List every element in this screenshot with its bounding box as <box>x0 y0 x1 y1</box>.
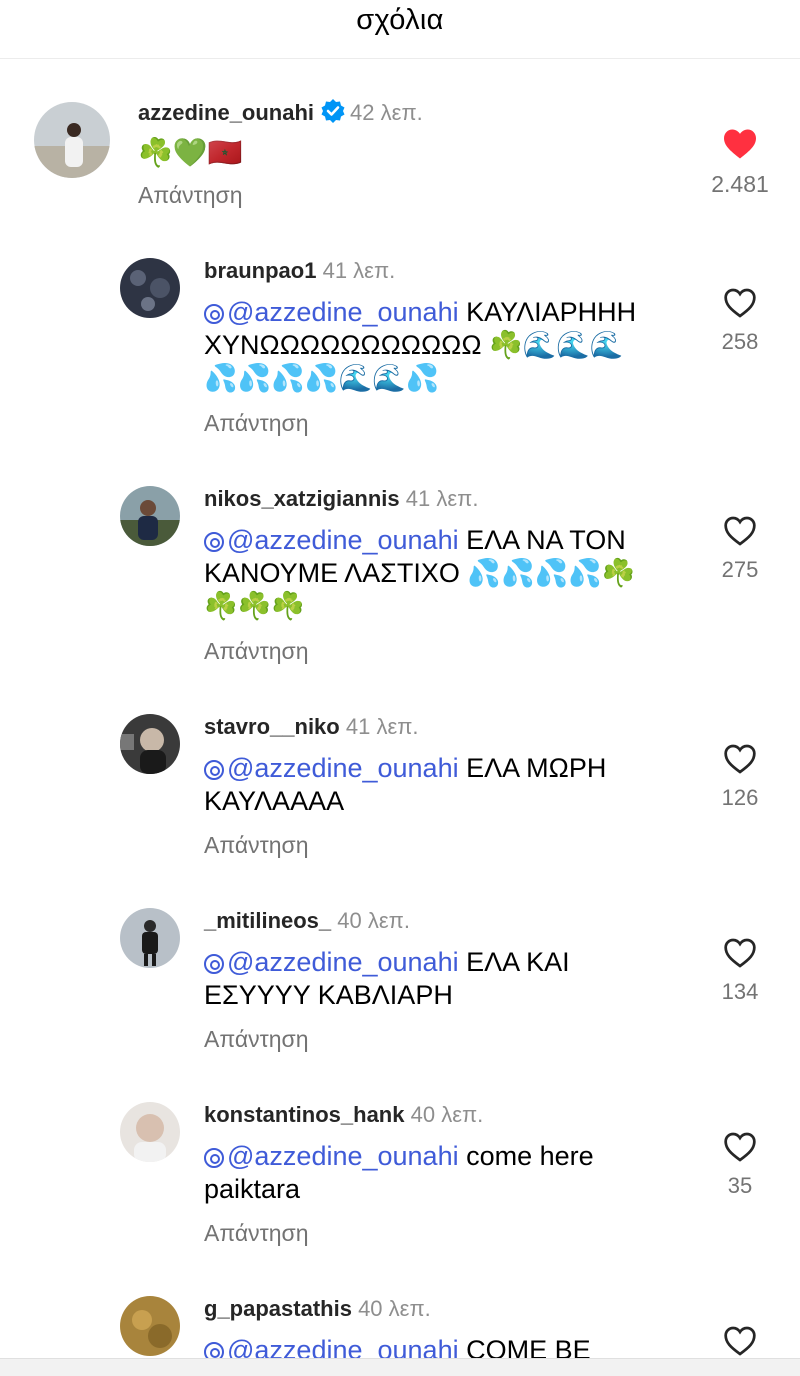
avatar[interactable] <box>120 1102 180 1162</box>
like-count: 2.481 <box>711 171 769 197</box>
username[interactable]: azzedine_ounahi <box>138 100 314 125</box>
username[interactable]: g_papastathis <box>204 1296 352 1321</box>
threads-icon <box>204 760 224 780</box>
like-count: 35 <box>727 1173 753 1198</box>
like-button[interactable]: 275 <box>700 516 780 583</box>
reply-button[interactable]: Απάντηση <box>204 1220 309 1247</box>
timestamp: 41 λεπ. <box>322 258 396 283</box>
reply-comment: braunpao1 41 λεπ. @azzedine_ounahi ΚΑΥΛΙ… <box>0 258 800 458</box>
comment-text: @azzedine_ounahi come here paiktara <box>204 1141 594 1204</box>
timestamp: 41 λεπ. <box>405 486 479 511</box>
reply-comment: _mitilineos_ 40 λεπ. @azzedine_ounahi ΕΛ… <box>0 908 800 1068</box>
mention-link[interactable]: @azzedine_ounahi <box>204 297 459 327</box>
reply-button[interactable]: Απάντηση <box>204 638 309 665</box>
like-button[interactable]: 35 <box>700 1132 780 1199</box>
username[interactable]: braunpao1 <box>204 258 316 283</box>
heart-icon[interactable] <box>722 128 758 160</box>
comment-text: @azzedine_ounahi ΕΛΑ ΜΩΡΗ ΚΑΥΛΑΑΑΑ <box>204 753 607 816</box>
threads-icon <box>204 1342 224 1358</box>
comment-text: @azzedine_ounahi ΕΛΑ ΚΑΙ ΕΣΥΥΥΥ ΚΑΒΛΙΑΡΗ <box>204 947 570 1010</box>
reply-button[interactable]: Απάντηση <box>204 1026 309 1053</box>
reply-button[interactable]: Απάντηση <box>204 410 309 437</box>
avatar[interactable] <box>120 714 180 774</box>
like-button[interactable]: 2.481 <box>700 128 780 198</box>
scroll-handle[interactable] <box>340 48 470 58</box>
page-title: σχόλια <box>356 4 444 36</box>
like-button[interactable]: 126 <box>700 744 780 811</box>
heart-icon[interactable] <box>723 1326 757 1356</box>
mention-link[interactable]: @azzedine_ounahi <box>204 1141 459 1171</box>
bottom-bar <box>0 1358 800 1376</box>
timestamp: 40 λεπ. <box>337 908 410 933</box>
threads-icon <box>204 304 224 324</box>
timestamp: 40 λεπ. <box>410 1102 484 1127</box>
timestamp: 41 λεπ. <box>345 714 419 739</box>
like-count: 258 <box>721 329 759 354</box>
avatar[interactable] <box>120 1296 180 1356</box>
threads-icon <box>204 954 224 974</box>
avatar[interactable] <box>120 486 180 546</box>
reply-button[interactable]: Απάντηση <box>204 832 309 859</box>
reply-comment: nikos_xatzigiannis 41 λεπ. @azzedine_oun… <box>0 486 800 686</box>
timestamp: 40 λεπ. <box>358 1296 431 1321</box>
mention-link[interactable]: @azzedine_ounahi <box>204 525 459 555</box>
comment-text: @azzedine_ounahi ΕΛΑ ΝΑ ΤΟΝ ΚΑΝΟΥΜΕ ΛΑΣΤ… <box>204 525 636 621</box>
comment-text: ☘️💚🇲🇦 <box>138 137 243 168</box>
like-count: 126 <box>721 785 759 810</box>
comment-text: @azzedine_ounahi ΚΑΥΛΙΑΡΗΗΗ ΧΥΝΩΩΩΩΩΩΩΩΩ… <box>204 297 637 393</box>
threads-icon <box>204 1148 224 1168</box>
avatar[interactable] <box>120 908 180 968</box>
like-count: 134 <box>721 979 759 1004</box>
main-comment: azzedine_ounahi 42 λεπ. ☘️💚🇲🇦 Απάντηση 2.… <box>0 90 800 230</box>
comment-text: @azzedine_ounahi COME BE <box>204 1334 591 1358</box>
heart-icon[interactable] <box>723 516 757 546</box>
heart-icon[interactable] <box>723 1132 757 1162</box>
like-button[interactable] <box>700 1326 780 1358</box>
heart-icon[interactable] <box>723 744 757 774</box>
reply-comment: g_papastathis 40 λεπ. @azzedine_ounahi C… <box>0 1296 800 1358</box>
timestamp: 42 λεπ. <box>350 100 423 125</box>
username[interactable]: stavro__niko <box>204 714 340 739</box>
username[interactable]: konstantinos_hank <box>204 1102 404 1127</box>
heart-icon[interactable] <box>723 938 757 968</box>
heart-icon[interactable] <box>723 288 757 318</box>
verified-badge-icon <box>320 98 346 130</box>
mention-link[interactable]: @azzedine_ounahi <box>204 753 459 783</box>
reply-button[interactable]: Απάντηση <box>138 182 243 209</box>
reply-comment: konstantinos_hank 40 λεπ. @azzedine_ouna… <box>0 1102 800 1262</box>
comments-header: σχόλια <box>0 0 800 59</box>
like-count: 275 <box>721 557 759 582</box>
reply-comment: stavro__niko 41 λεπ. @azzedine_ounahi ΕΛ… <box>0 714 800 874</box>
mention-link[interactable]: @azzedine_ounahi <box>204 1335 459 1358</box>
like-button[interactable]: 258 <box>700 288 780 355</box>
username[interactable]: _mitilineos_ <box>204 908 331 933</box>
avatar[interactable] <box>120 258 180 318</box>
username[interactable]: nikos_xatzigiannis <box>204 486 400 511</box>
like-button[interactable]: 134 <box>700 938 780 1005</box>
avatar[interactable] <box>34 102 110 178</box>
threads-icon <box>204 532 224 552</box>
mention-link[interactable]: @azzedine_ounahi <box>204 947 459 977</box>
